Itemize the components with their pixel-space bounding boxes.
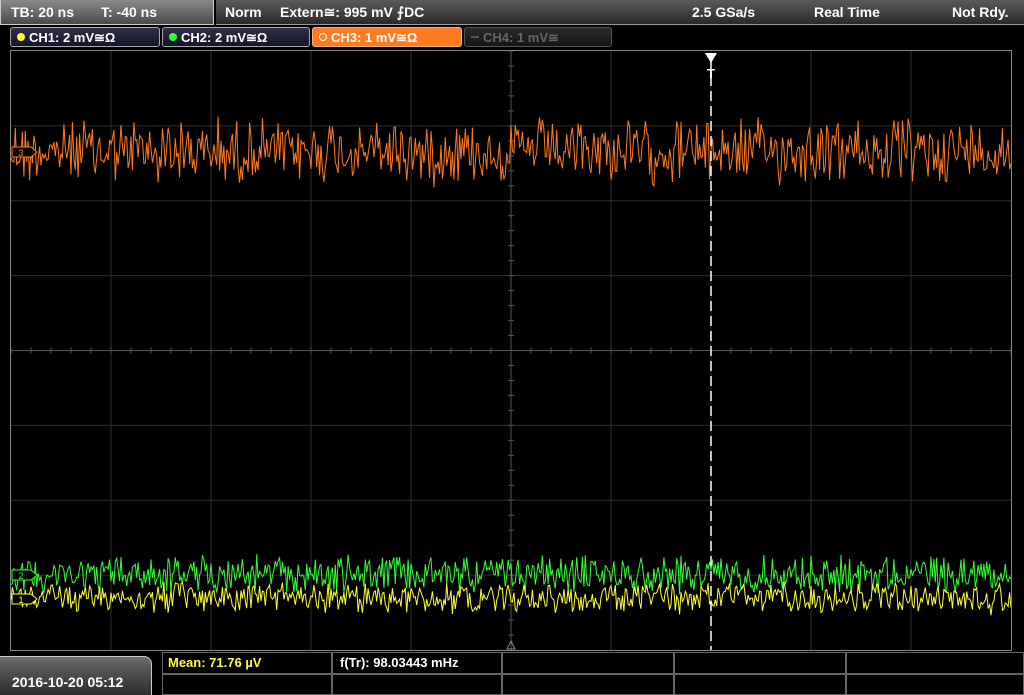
ch2-dot-icon xyxy=(169,33,177,41)
status-bar: TB: 20 ns T: -40 ns Norm Extern≅: 995 mV… xyxy=(0,0,1024,25)
tab-ch1[interactable]: CH1: 2 mV≅Ω xyxy=(10,27,160,47)
tab-ch2-label: CH2: 2 mV≅Ω xyxy=(181,30,268,45)
tab-ch4-label: CH4: 1 mV≅ xyxy=(483,30,559,45)
meas-cell-9 xyxy=(674,674,846,695)
meas-cell-10 xyxy=(846,674,1024,695)
tab-ch3-label: CH3: 1 mV≅Ω xyxy=(331,30,418,45)
measurement-panel[interactable]: Mean: 71.76 µV f(Tr): 98.03443 mHz xyxy=(162,652,1024,695)
trigger-arrow-icon[interactable] xyxy=(705,53,717,63)
meas-cell-7 xyxy=(332,674,502,695)
channel-level-marker[interactable] xyxy=(11,146,38,158)
waveform-canvas: T 3 2 1 xyxy=(11,51,1011,650)
mean-measurement: Mean: 71.76 µV xyxy=(168,655,262,670)
datetime-box: 2016-10-20 05:12 xyxy=(0,656,152,695)
frequency-measurement: f(Tr): 98.03443 mHz xyxy=(340,655,459,670)
channel-level-marker[interactable] xyxy=(11,569,38,581)
trigger-marker-label: T xyxy=(707,66,715,81)
meas-cell-8 xyxy=(502,674,674,695)
meas-cell-6 xyxy=(162,674,332,695)
tab-ch1-label: CH1: 2 mV≅Ω xyxy=(29,30,116,45)
graticule xyxy=(11,51,1011,650)
channel-level-label: 3 xyxy=(18,148,23,158)
meas-cell-5 xyxy=(846,652,1024,674)
channel-level-label: 1 xyxy=(18,595,23,605)
meas-cell-3 xyxy=(502,652,674,674)
tab-ch2[interactable]: CH2: 2 mV≅Ω xyxy=(162,27,310,47)
acq-mode-label: Real Time xyxy=(814,4,880,20)
waveform-display[interactable]: T 3 2 1 xyxy=(10,50,1012,651)
meas-cell-4 xyxy=(674,652,846,674)
sample-rate-label: 2.5 GSa/s xyxy=(692,4,756,20)
ch3-dot-icon xyxy=(319,33,327,41)
trigger-mode-label: Norm xyxy=(225,4,262,20)
run-state-label: Not Rdy. xyxy=(952,4,1009,20)
channel-level-label: 2 xyxy=(18,571,23,581)
ch1-dot-icon xyxy=(17,33,25,41)
channel-level-marker[interactable] xyxy=(11,593,38,605)
timebase-box[interactable]: TB: 20 ns T: -40 ns xyxy=(0,0,214,25)
trigger-source-label: Extern≅: 995 mV ⨍DC xyxy=(280,4,425,20)
trigger-time-label: T: -40 ns xyxy=(101,4,158,20)
acquisition-bar[interactable]: Norm Extern≅: 995 mV ⨍DC 2.5 GSa/s Real … xyxy=(216,0,1024,25)
datetime-label: 2016-10-20 05:12 xyxy=(12,674,124,690)
ch4-dash-icon xyxy=(471,36,479,38)
tab-ch4[interactable]: CH4: 1 mV≅ xyxy=(464,27,612,47)
tab-ch3[interactable]: CH3: 1 mV≅Ω xyxy=(312,27,462,47)
timebase-label: TB: 20 ns xyxy=(11,4,75,20)
